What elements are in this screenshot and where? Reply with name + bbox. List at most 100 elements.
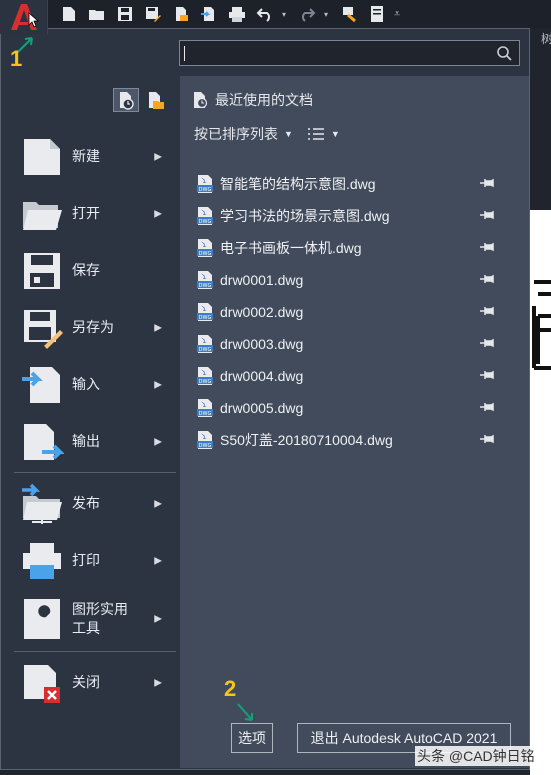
recent-file-name: drw0003.dwg xyxy=(220,336,304,352)
dwg-file-icon: DWG xyxy=(197,431,213,449)
menu-item-close[interactable]: 关闭 ▶ xyxy=(14,654,176,711)
search-input[interactable] xyxy=(180,45,493,61)
ribbon-tab-fragment[interactable]: 树 xyxy=(541,30,551,47)
recent-file-item[interactable]: DWG drw0005.dwg xyxy=(196,392,516,424)
recent-documents-view-button[interactable] xyxy=(113,88,139,112)
pin-icon[interactable] xyxy=(479,304,495,318)
undo-icon[interactable] xyxy=(254,3,276,25)
watermark: 头条 @CAD钟日铭 xyxy=(415,746,537,766)
dwg-file-icon: DWG xyxy=(197,335,213,353)
save-as-disk-icon xyxy=(24,309,63,350)
open-documents-view-button[interactable] xyxy=(142,88,168,112)
pin-icon[interactable] xyxy=(479,208,495,222)
pin-icon[interactable] xyxy=(479,400,495,414)
pin-icon[interactable] xyxy=(479,432,495,446)
text-caret xyxy=(184,46,185,61)
recent-file-item[interactable]: DWG 智能笔的结构示意图.dwg xyxy=(196,168,516,200)
recent-file-item[interactable]: DWG drw0003.dwg xyxy=(196,328,516,360)
new-icon[interactable] xyxy=(58,3,80,25)
customize-icon[interactable]: ⩡ xyxy=(394,3,408,25)
pin-icon[interactable] xyxy=(479,336,495,350)
chevron-right-icon: ▶ xyxy=(154,613,162,625)
pin-icon[interactable] xyxy=(479,368,495,382)
recent-file-item[interactable]: DWG 学习书法的场景示意图.dwg xyxy=(196,200,516,232)
pin-icon[interactable] xyxy=(479,240,495,254)
recent-file-name: 智能笔的结构示意图.dwg xyxy=(220,176,376,192)
sort-dropdown[interactable]: 按已排序列表 ▼ xyxy=(194,124,293,144)
menu-item-label: 发布 xyxy=(72,495,100,511)
dwg-file-icon: DWG xyxy=(197,367,213,385)
caret-down-icon: ▼ xyxy=(330,129,340,139)
options-button[interactable]: 选项 xyxy=(231,723,273,753)
menu-item-label: 关闭 xyxy=(72,674,100,690)
dwg-file-icon: DWG xyxy=(197,399,213,417)
match-properties-icon[interactable] xyxy=(338,3,360,25)
svg-text:DWG: DWG xyxy=(199,411,212,417)
menu-separator xyxy=(14,472,176,473)
recent-documents-icon xyxy=(120,92,134,110)
search-icon[interactable] xyxy=(493,42,515,64)
undo-dropdown-icon[interactable]: ▾ xyxy=(282,3,290,25)
close-drawing-icon xyxy=(24,664,60,703)
svg-text:DWG: DWG xyxy=(199,187,212,193)
svg-text:DWG: DWG xyxy=(199,315,212,321)
mouse-cursor-icon xyxy=(28,12,40,28)
caret-down-icon: ▼ xyxy=(284,129,293,139)
chevron-right-icon: ▶ xyxy=(154,151,162,162)
pin-icon[interactable] xyxy=(479,176,495,190)
sort-label: 按已排序列表 xyxy=(194,126,278,142)
recent-file-name: S50灯盖-20180710004.dwg xyxy=(220,432,393,448)
menu-item-save[interactable]: 保存 xyxy=(14,242,176,299)
plot-icon[interactable] xyxy=(226,3,248,25)
chevron-right-icon: ▶ xyxy=(154,322,162,333)
svg-text:DWG: DWG xyxy=(199,379,212,385)
recent-file-name: 电子书画板一体机.dwg xyxy=(220,240,362,256)
chevron-right-icon: ▶ xyxy=(154,379,162,390)
menu-item-open[interactable]: 打开 ▶ xyxy=(14,185,176,242)
chevron-right-icon: ▶ xyxy=(154,498,162,509)
save-icon[interactable] xyxy=(114,3,136,25)
open-icon[interactable] xyxy=(86,3,108,25)
recent-documents-icon xyxy=(194,92,208,109)
quick-access-toolbar: ▾ ▾ ⩡ 树 xyxy=(0,0,551,46)
menu-item-save-as[interactable]: 另存为 ▶ xyxy=(14,299,176,356)
menu-item-print[interactable]: 打印 ▶ xyxy=(14,532,176,589)
recent-files-list: DWG 智能笔的结构示意图.dwg DWG 学习书法的场景示意图.dwg DWG… xyxy=(196,168,516,456)
view-toggle xyxy=(113,88,168,112)
redo-dropdown-icon[interactable]: ▾ xyxy=(324,3,332,25)
menu-item-label: 图形实用 工具 xyxy=(72,601,128,636)
menu-item-new[interactable]: 新建 ▶ xyxy=(14,128,176,185)
recent-file-name: 学习书法的场景示意图.dwg xyxy=(220,208,390,224)
menu-item-label: 输出 xyxy=(72,433,100,449)
recent-file-name: drw0002.dwg xyxy=(220,304,304,320)
sheet-set-icon[interactable] xyxy=(366,3,388,25)
wrench-icon xyxy=(24,599,60,639)
svg-text:DWG: DWG xyxy=(199,251,212,257)
menu-item-publish[interactable]: 发布 ▶ xyxy=(14,475,176,532)
view-mode-dropdown[interactable]: ▼ xyxy=(307,127,340,141)
menu-item-export[interactable]: 输出 ▶ xyxy=(14,413,176,470)
open-from-web-icon[interactable] xyxy=(170,3,192,25)
application-menu-button[interactable] xyxy=(0,0,48,34)
svg-text:DWG: DWG xyxy=(199,443,212,449)
menu-item-label: 保存 xyxy=(72,262,100,278)
recent-file-item[interactable]: DWG drw0004.dwg xyxy=(196,360,516,392)
redo-icon[interactable] xyxy=(296,3,318,25)
menu-item-import[interactable]: 输入 ▶ xyxy=(14,356,176,413)
pin-icon[interactable] xyxy=(479,272,495,286)
search-box[interactable] xyxy=(179,40,520,66)
annotation-number-2: 2 xyxy=(224,676,237,701)
menu-item-label: 输入 xyxy=(72,376,100,392)
save-to-web-icon[interactable] xyxy=(198,3,220,25)
dwg-file-icon: DWG xyxy=(197,303,213,321)
recent-file-item[interactable]: DWG drw0001.dwg xyxy=(196,264,516,296)
menu-item-drawing-utilities[interactable]: 图形实用 工具 ▶ xyxy=(14,589,176,649)
dwg-file-icon: DWG xyxy=(197,239,213,257)
save-as-icon[interactable] xyxy=(142,3,164,25)
recent-file-item[interactable]: DWG 电子书画板一体机.dwg xyxy=(196,232,516,264)
recent-file-item[interactable]: DWG drw0002.dwg xyxy=(196,296,516,328)
menu-item-label: 新建 xyxy=(72,148,100,164)
recent-file-item[interactable]: DWG S50灯盖-20180710004.dwg xyxy=(196,424,516,456)
recent-documents-header: 最近使用的文档 xyxy=(191,90,313,110)
printer-icon xyxy=(23,542,61,579)
